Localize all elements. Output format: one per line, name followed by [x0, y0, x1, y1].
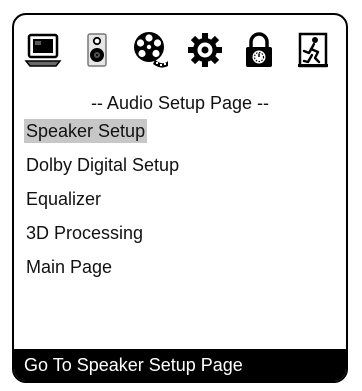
setup-menu-frame: -- Audio Setup Page -- Speaker Setup Dol… [12, 13, 348, 383]
monitor-icon[interactable] [22, 29, 64, 71]
menu-item-label: Dolby Digital Setup [26, 155, 180, 175]
gear-icon[interactable] [184, 29, 226, 71]
menu-item-label: Equalizer [26, 189, 102, 209]
film-reel-icon[interactable] [130, 29, 172, 71]
menu-item-equalizer[interactable]: Equalizer [20, 187, 340, 211]
page-title: -- Audio Setup Page -- [90, 93, 270, 113]
menu-item-main-page[interactable]: Main Page [20, 255, 340, 279]
speaker-icon[interactable] [76, 29, 118, 71]
menu-item-speaker-setup[interactable]: Speaker Setup [20, 119, 340, 143]
status-bar: Go To Speaker Setup Page [14, 349, 346, 381]
menu-item-3d-processing[interactable]: 3D Processing [20, 221, 340, 245]
menu-item-label: 3D Processing [26, 223, 144, 243]
category-icon-bar [14, 15, 346, 83]
exit-icon[interactable] [292, 29, 334, 71]
menu-item-label: Main Page [26, 257, 113, 277]
menu-item-dolby-digital-setup[interactable]: Dolby Digital Setup [20, 153, 340, 177]
lock-icon[interactable] [238, 29, 280, 71]
menu-item-label: Speaker Setup [24, 119, 148, 143]
audio-setup-menu: Speaker Setup Dolby Digital Setup Equali… [20, 119, 340, 289]
